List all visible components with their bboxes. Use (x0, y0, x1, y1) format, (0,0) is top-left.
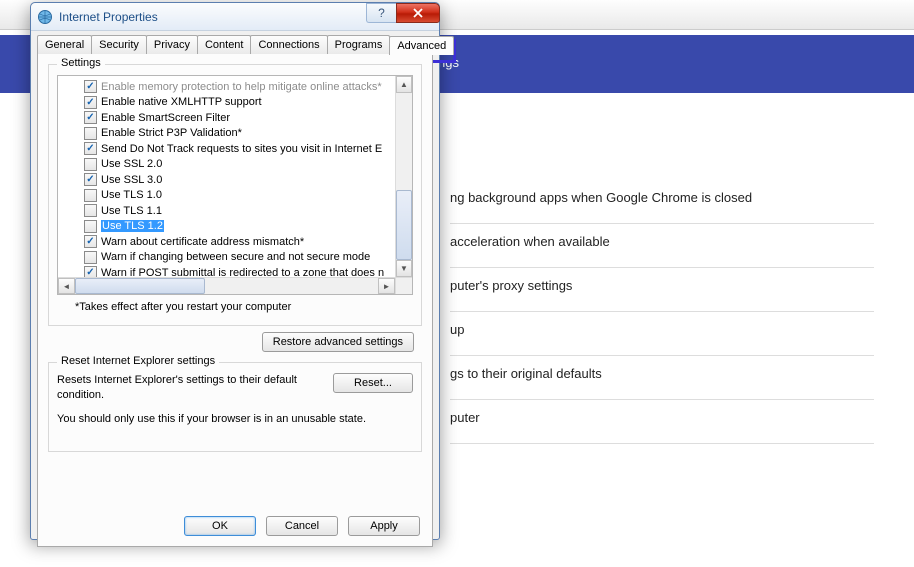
tab-content[interactable]: Content (197, 35, 252, 54)
tab-connections[interactable]: Connections (250, 35, 327, 54)
reset-legend: Reset Internet Explorer settings (57, 355, 219, 367)
settings-item-label: Enable native XMLHTTP support (101, 96, 262, 108)
checkbox[interactable] (84, 204, 97, 217)
restore-advanced-button[interactable]: Restore advanced settings (262, 332, 414, 352)
settings-item-label: Enable SmartScreen Filter (101, 112, 230, 124)
settings-item-label: Use SSL 2.0 (101, 158, 162, 170)
close-button[interactable] (396, 3, 440, 23)
hscroll-thumb[interactable] (75, 278, 205, 294)
dialog-title: Internet Properties (59, 10, 366, 24)
tab-programs[interactable]: Programs (327, 35, 391, 54)
checkbox[interactable] (84, 127, 97, 140)
settings-item[interactable]: Use TLS 1.1 (60, 203, 410, 219)
scroll-right-icon[interactable]: ► (378, 278, 395, 294)
settings-item[interactable]: Send Do Not Track requests to sites you … (60, 141, 410, 157)
scroll-track[interactable] (396, 93, 412, 190)
restart-note: *Takes effect after you restart your com… (75, 301, 401, 313)
tab-advanced[interactable]: Advanced (389, 36, 454, 55)
settings-item[interactable]: Enable SmartScreen Filter (60, 110, 410, 126)
dialog-titlebar[interactable]: Internet Properties ? (31, 3, 439, 31)
settings-item[interactable]: Use TLS 1.2 (60, 219, 410, 235)
settings-item-label: Use TLS 1.1 (101, 205, 162, 217)
scroll-left-icon[interactable]: ◄ (58, 278, 75, 294)
tabstrip: General Security Privacy Content Connect… (31, 31, 439, 54)
settings-item-label: Enable memory protection to help mitigat… (101, 81, 382, 93)
checkbox[interactable] (84, 189, 97, 202)
settings-item-label: Use SSL 3.0 (101, 174, 162, 186)
settings-item-label: Warn about certificate address mismatch* (101, 236, 304, 248)
bg-item: up (450, 312, 874, 356)
settings-item-label: Warn if changing between secure and not … (101, 251, 370, 263)
bg-item: puter (450, 400, 874, 444)
checkbox[interactable] (84, 158, 97, 171)
internet-options-icon (37, 9, 53, 25)
settings-item-label: Enable Strict P3P Validation* (101, 127, 242, 139)
checkbox[interactable] (84, 220, 97, 233)
checkbox[interactable] (84, 96, 97, 109)
checkbox (84, 80, 97, 93)
tab-general[interactable]: General (37, 35, 92, 54)
hscroll-track[interactable] (205, 278, 378, 294)
settings-item[interactable]: Enable native XMLHTTP support (60, 95, 410, 111)
settings-items-fragment: ng background apps when Google Chrome is… (450, 180, 874, 444)
checkbox[interactable] (84, 111, 97, 124)
scroll-down-icon[interactable]: ▼ (396, 260, 412, 277)
settings-item[interactable]: Use SSL 3.0 (60, 172, 410, 188)
reset-button[interactable]: Reset... (333, 373, 413, 393)
apply-button[interactable]: Apply (348, 516, 420, 536)
settings-item[interactable]: Enable memory protection to help mitigat… (60, 79, 410, 95)
reset-warning: You should only use this if your browser… (57, 413, 413, 425)
dialog-buttons: OK Cancel Apply (184, 516, 420, 536)
reset-groupbox: Reset Internet Explorer settings Resets … (48, 362, 422, 452)
checkbox[interactable] (84, 235, 97, 248)
bg-item: ng background apps when Google Chrome is… (450, 180, 874, 224)
bg-item: acceleration when available (450, 224, 874, 268)
bg-item: gs to their original defaults (450, 356, 874, 400)
checkbox[interactable] (84, 251, 97, 264)
scroll-thumb[interactable] (396, 190, 412, 260)
settings-legend: Settings (57, 57, 105, 69)
tab-security[interactable]: Security (91, 35, 147, 54)
tab-privacy[interactable]: Privacy (146, 35, 198, 54)
reset-description: Resets Internet Explorer's settings to t… (57, 373, 333, 403)
horizontal-scrollbar[interactable]: ◄ ► (58, 277, 395, 294)
vertical-scrollbar[interactable]: ▲ ▼ (395, 76, 412, 277)
settings-item[interactable]: Use TLS 1.0 (60, 188, 410, 204)
settings-item-label: Use TLS 1.0 (101, 189, 162, 201)
settings-item-label: Use TLS 1.2 (101, 220, 164, 232)
bg-item: puter's proxy settings (450, 268, 874, 312)
checkbox[interactable] (84, 173, 97, 186)
settings-item[interactable]: Use SSL 2.0 (60, 157, 410, 173)
ok-button[interactable]: OK (184, 516, 256, 536)
settings-listview[interactable]: Enable memory protection to help mitigat… (57, 75, 413, 295)
scroll-up-icon[interactable]: ▲ (396, 76, 412, 93)
internet-properties-dialog: Internet Properties ? General Security P… (30, 2, 440, 540)
checkbox[interactable] (84, 142, 97, 155)
settings-item[interactable]: Enable Strict P3P Validation* (60, 126, 410, 142)
tab-advanced-body: Settings Enable memory protection to hel… (37, 53, 433, 547)
settings-item[interactable]: Warn about certificate address mismatch* (60, 234, 410, 250)
scroll-corner (395, 277, 412, 294)
settings-groupbox: Settings Enable memory protection to hel… (48, 64, 422, 326)
settings-item-label: Send Do Not Track requests to sites you … (101, 143, 382, 155)
help-button[interactable]: ? (366, 3, 396, 23)
settings-item[interactable]: Warn if changing between secure and not … (60, 250, 410, 266)
cancel-button[interactable]: Cancel (266, 516, 338, 536)
